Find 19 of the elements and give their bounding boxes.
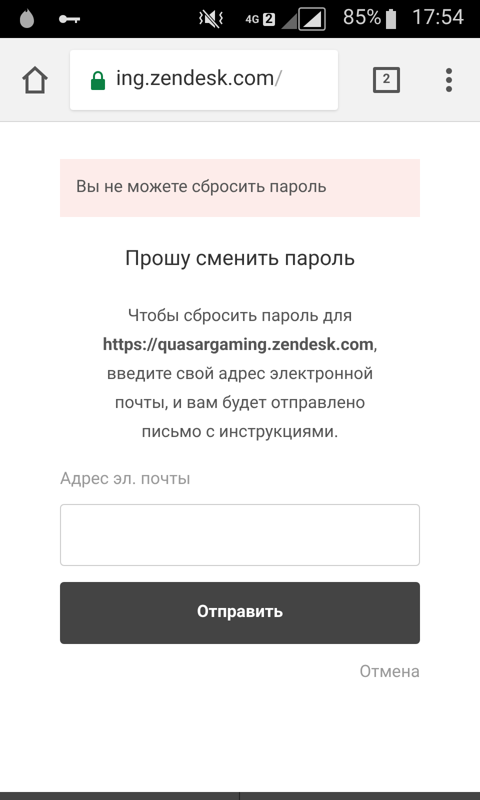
signal-icon <box>278 7 327 31</box>
instructions-text: Чтобы сбросить пароль для https://quasargaming.zendesk.com, введите свой адрес электронной почты, и вам будет отправлено письмо с инструкциями. <box>102 304 378 444</box>
key-icon <box>58 14 80 24</box>
menu-icon[interactable] <box>446 68 452 92</box>
email-field[interactable] <box>60 504 420 566</box>
mute-vibrate-icon <box>197 8 226 30</box>
clock: 17:54 <box>412 5 464 32</box>
url-text: ing.zendesk.com/ <box>116 66 284 93</box>
tab-switcher-button[interactable]: 2 <box>373 66 400 92</box>
battery-icon <box>386 9 396 29</box>
home-icon[interactable] <box>20 66 50 94</box>
address-bar[interactable]: ing.zendesk.com/ <box>70 50 338 110</box>
page-title: Прошу сменить пароль <box>124 246 356 273</box>
error-alert: Вы не можете сбросить пароль <box>60 159 420 217</box>
network-type-label: 4G <box>245 14 260 24</box>
submit-button[interactable]: Отправить <box>60 582 420 644</box>
sim-badge: 2 <box>263 12 275 26</box>
battery-level: 85% <box>342 5 382 32</box>
email-label: Адрес эл. почты <box>60 468 192 490</box>
